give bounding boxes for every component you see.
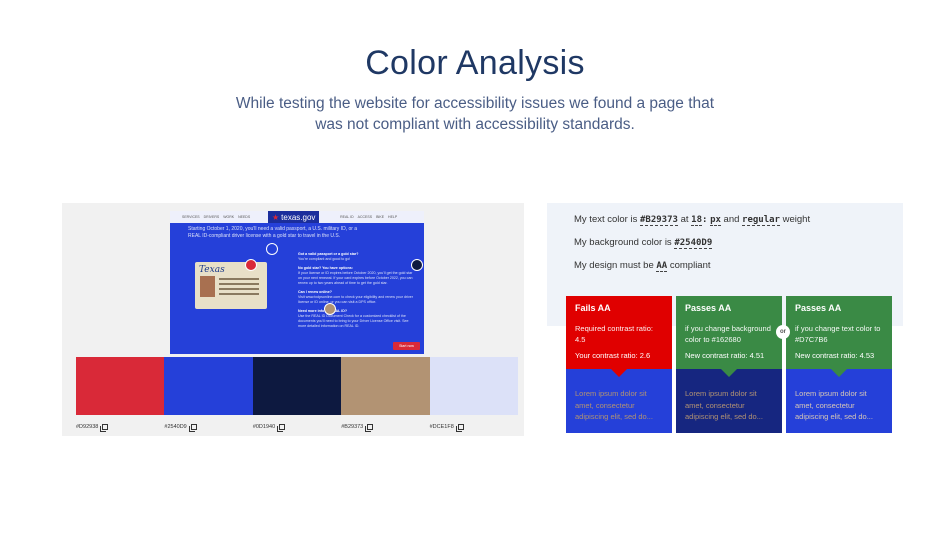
compliance-level-select[interactable]: AA xyxy=(656,261,668,272)
compliance-line: My design must be AA compliant xyxy=(574,260,711,272)
color-analysis-page: Color Analysis While testing the website… xyxy=(0,0,950,534)
text-color-input[interactable]: #B29373 xyxy=(640,215,678,226)
compliant-label: compliant xyxy=(669,260,711,271)
copy-icon[interactable] xyxy=(277,424,286,432)
hex-label-item: #B29373 xyxy=(341,424,429,432)
page-subtitle: While testing the website for accessibil… xyxy=(235,95,715,133)
card-photo xyxy=(200,276,215,297)
website-screenshot: SERVICES DRIVERS WORK NEEDS REAL ID ACCESS BIK… xyxy=(170,211,424,354)
screenshot-section-body: Use the REAL ID Document Check for a cus… xyxy=(298,314,409,328)
result-detail: Required contrast ratio: 4.5 xyxy=(575,324,653,344)
screenshot-nav-item: DRIVERS xyxy=(203,215,220,219)
hex-label-item: #0D1940 xyxy=(252,424,341,432)
hex-value: #2540D9 xyxy=(164,424,187,430)
contrast-result-card: Passes AA if you change background color … xyxy=(676,296,782,433)
hex-label-item: #D92938 xyxy=(76,424,164,432)
color-picker-dot[interactable] xyxy=(411,259,423,271)
result-pointer xyxy=(831,369,847,377)
result-pointer xyxy=(721,369,737,377)
background-color-label: My background color is xyxy=(574,237,672,248)
hex-label-item: #2540D9 xyxy=(164,424,252,432)
page-title: Color Analysis xyxy=(365,44,585,82)
text-color-label: My text color is xyxy=(574,214,638,225)
screenshot-nav-item: NEEDS xyxy=(238,215,251,219)
at-label: at xyxy=(680,214,689,225)
result-heading: Fails AA xyxy=(575,303,611,313)
screenshot-nav-item: WORK xyxy=(223,215,235,219)
copy-icon[interactable] xyxy=(455,424,464,432)
hex-value: #DCE1F8 xyxy=(429,424,454,430)
color-swatch[interactable] xyxy=(252,357,342,415)
size-separator: : xyxy=(702,215,708,225)
screenshot-nav-item: BIKE xyxy=(376,215,385,219)
result-stat: Your contrast ratio: 2.6 xyxy=(575,351,651,360)
color-hex-labels: #D92938 #2540D9 #0D1940 #B29373 #DCE1F8 xyxy=(76,424,518,432)
background-color-line: My background color is #2540D9 xyxy=(574,237,713,249)
hex-label-item: #DCE1F8 xyxy=(429,424,518,432)
result-sample-text: Lorem ipsum dolor sit amet, consectetur … xyxy=(676,369,782,433)
result-summary: Passes AA if you change text color to #D7… xyxy=(786,296,892,369)
screenshot-logo: ★ texas.gov xyxy=(268,211,320,223)
color-swatch[interactable] xyxy=(341,357,430,415)
license-card-image: Texas xyxy=(195,262,267,309)
result-stat: New contrast ratio: 4.51 xyxy=(685,351,765,360)
screenshot-lead-text: Starting October 1, 2020, you'll need a … xyxy=(188,226,358,239)
screenshot-info: Got a valid passport or a gold star? You'… xyxy=(298,248,416,329)
screenshot-nav-item: SERVICES xyxy=(182,215,200,219)
result-summary: Passes AA if you change background color … xyxy=(676,296,782,369)
color-swatches xyxy=(76,357,519,415)
copy-icon[interactable] xyxy=(100,424,109,432)
compliance-label: My design must be xyxy=(574,260,654,271)
weight-label: weight xyxy=(782,214,811,225)
screenshot-section-body: Visit www.txdpsonline.com to check your … xyxy=(298,295,413,304)
card-title: Texas xyxy=(199,265,225,275)
card-lines xyxy=(219,278,259,298)
result-summary: Fails AA Required contrast ratio: 4.5 Your… xyxy=(566,296,672,369)
result-stat: New contrast ratio: 4.53 xyxy=(795,351,875,360)
and-label: and xyxy=(723,214,740,225)
font-weight-select[interactable]: regular xyxy=(742,215,780,226)
text-color-line: My text color is #B29373 at 18: px and r… xyxy=(574,214,811,226)
screenshot-nav-item: ACCESS xyxy=(357,215,373,219)
screenshot-start-button: Start now xyxy=(393,342,420,350)
font-size-input[interactable]: 18 xyxy=(691,215,702,226)
texas-star-icon: ★ xyxy=(272,212,280,222)
color-swatch[interactable] xyxy=(76,357,165,415)
copy-icon[interactable] xyxy=(365,424,374,432)
copy-icon[interactable] xyxy=(188,424,197,432)
result-detail: if you change background color to #16268… xyxy=(685,324,771,344)
contrast-result-card: Fails AA Required contrast ratio: 4.5 Your… xyxy=(566,296,672,433)
result-heading: Passes AA xyxy=(795,303,842,313)
color-swatch[interactable] xyxy=(429,357,519,415)
logo-text: texas.gov xyxy=(281,212,316,222)
result-detail: if you change text color to #D7C7B6 xyxy=(795,324,881,344)
screenshot-nav-item: REAL ID xyxy=(340,215,354,219)
screenshot-section-body: If your license or ID expires before Oct… xyxy=(298,271,413,285)
or-badge: or xyxy=(776,325,790,339)
color-picker-dot[interactable] xyxy=(266,243,278,255)
palette-panel: SERVICES DRIVERS WORK NEEDS REAL ID ACCESS BIK… xyxy=(62,203,524,436)
color-swatch[interactable] xyxy=(164,357,253,415)
hex-value: #B29373 xyxy=(341,424,364,430)
hex-value: #D92938 xyxy=(76,424,99,430)
result-sample-text: Lorem ipsum dolor sit amet, consectetur … xyxy=(566,369,672,433)
unit-select[interactable]: px xyxy=(710,215,721,226)
result-heading: Passes AA xyxy=(685,303,732,313)
result-pointer xyxy=(611,369,627,377)
result-sample-text: Lorem ipsum dolor sit amet, consectetur … xyxy=(786,369,892,433)
contrast-result-card: Passes AA if you change text color to #D7… xyxy=(786,296,892,433)
color-picker-dot[interactable] xyxy=(245,259,257,271)
color-picker-dot[interactable] xyxy=(324,303,336,315)
screenshot-nav-item: HELP xyxy=(388,215,398,219)
screenshot-section-body: You're compliant and good to go! xyxy=(298,257,351,261)
background-color-input[interactable]: #2540D9 xyxy=(674,238,713,249)
hex-value: #0D1940 xyxy=(252,424,276,430)
